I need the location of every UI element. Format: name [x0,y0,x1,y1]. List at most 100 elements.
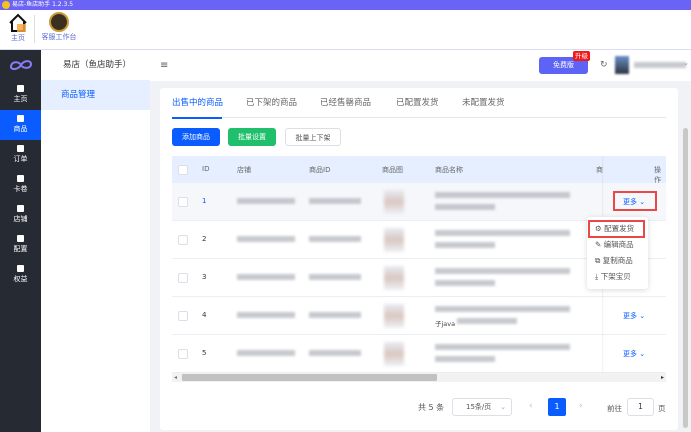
tab-sold-out[interactable]: 已经售罄商品 [320,96,371,110]
product-name-line2 [435,204,495,210]
label: 订单 [13,155,28,163]
tab-unconfigured[interactable]: 未配置发货 [462,96,505,110]
col-image: 商品图 [382,166,403,174]
page-scrollbar[interactable] [683,128,688,428]
sliders-icon [17,235,24,242]
row-checkbox[interactable] [178,272,188,283]
add-product-button[interactable]: 添加商品 [172,128,220,146]
sidebar-item-products[interactable]: 商品 [0,110,41,140]
shop-name [237,312,295,318]
upgrade-badge[interactable]: 升级 [573,51,590,61]
more-button[interactable]: 更多 ⌄ [623,349,645,359]
prev-page-button[interactable]: ‹ [529,401,533,411]
product-name-line2 [435,356,495,362]
username [634,62,686,68]
goto-page-input[interactable]: 1 [627,398,654,416]
send-icon [17,175,24,182]
title-bar: 易店-鱼店助手 1.2.3.5 [0,0,691,10]
sidebar-item-benefits[interactable]: 权益 [0,260,41,290]
header: ≡ 免费版 升级 ↻ ⌄ [150,50,691,81]
product-icon [17,115,24,122]
page-size-value: 15条/页 [466,403,492,411]
row-checkbox[interactable] [178,234,188,245]
pagination-total: 共 5 条 [418,403,445,412]
label: 配置 [13,245,28,253]
product-name-line1 [435,192,570,198]
next-page-button[interactable]: › [579,401,583,411]
highlight-configure-shipping [588,220,645,238]
product-name-visible-text: 子java [435,320,456,328]
sidebar-item-orders[interactable]: 订单 [0,140,41,170]
tab-bar: 出售中的商品 已下架的商品 已经售罄商品 已配置发货 未配置发货 [172,96,666,119]
chevron-down-icon: ⌄ [639,312,646,320]
product-image [384,342,404,366]
more-label: 更多 [623,350,637,358]
product-name-line1 [435,306,570,312]
brand-logo-icon [0,50,41,80]
menu-item-edit-product[interactable]: ✎ 编辑商品 [587,237,648,253]
refresh-icon[interactable]: ↻ [600,60,608,70]
row-checkbox[interactable] [178,196,188,207]
sub-nav: 易店（鱼店助手） 商品管理 [41,50,150,432]
goto-label: 前往 [607,404,622,413]
label: 店铺 [13,215,28,223]
product-id [309,350,361,356]
row-checkbox[interactable] [178,348,188,359]
sidebar-item-shops[interactable]: 店铺 [0,200,41,230]
sidebar: 主页 商品 订单 卡卷 店铺 配置 权益 [0,50,41,432]
scroll-left-icon[interactable]: ◂ [174,374,177,381]
product-name-line2 [435,242,495,248]
product-name-line2 [457,318,517,324]
product-id [309,198,361,204]
chevron-down-icon: ⌄ [639,350,646,358]
col-actions: 操作 [654,166,661,184]
subnav-item-product-management[interactable]: 商品管理 [41,80,150,110]
sidebar-item-cards[interactable]: 卡卷 [0,170,41,200]
label: 卡卷 [13,185,28,193]
table-header: ID 店铺 商品ID 商品图 商品名称 商 操作 [172,156,666,184]
home-label: 主页 [11,34,25,42]
row-checkbox[interactable] [178,310,188,321]
product-name-line1 [435,268,570,274]
label: 复制商品 [602,256,633,265]
product-id [309,274,361,280]
batch-settings-button[interactable]: 批量设置 [228,128,276,146]
product-image [384,304,404,328]
col-name: 商品名称 [435,166,463,174]
scrollbar-thumb[interactable] [182,374,437,381]
menu-toggle-icon[interactable]: ≡ [160,60,168,71]
active-tab-indicator [172,117,222,119]
scroll-right-icon[interactable]: ▸ [661,374,664,381]
tab-configured[interactable]: 已配置发货 [396,96,439,110]
batch-shelf-button[interactable]: 批量上下架 [285,128,341,146]
select-all-checkbox[interactable] [178,164,188,175]
workbench-tool[interactable]: 客服工作台 [38,12,80,42]
page-1-button[interactable]: 1 [548,398,566,416]
tab-off-shelf[interactable]: 已下架的商品 [246,96,297,110]
subnav-title: 易店（鱼店助手） [63,60,132,70]
workbench-label: 客服工作台 [41,33,77,41]
grid-icon [17,205,24,212]
page-size-select[interactable]: 15条/页 ⌄ [452,398,512,416]
shop-name [237,198,295,204]
label: 编辑商品 [603,240,634,249]
label: 权益 [13,275,28,283]
avatar[interactable] [615,56,629,74]
tab-on-sale[interactable]: 出售中的商品 [172,96,223,110]
horizontal-scrollbar[interactable]: ◂ ▸ [172,373,666,382]
chevron-down-icon[interactable]: ⌄ [683,59,689,67]
home-tool[interactable]: 主页 [3,12,33,43]
product-image [384,228,404,252]
shop-name [237,274,295,280]
product-id [309,236,361,242]
product-image [384,190,404,214]
sidebar-item-config[interactable]: 配置 [0,230,41,260]
more-button[interactable]: 更多 ⌄ [623,311,645,321]
menu-item-copy-product[interactable]: ⧉ 复制商品 [587,253,648,269]
col-shop: 店铺 [237,166,251,174]
table-row: 1 更多 ⌄ [172,183,666,221]
row-id: 2 [202,235,207,243]
table-row: 5 更多 ⌄ [172,335,666,373]
menu-item-delist[interactable]: ⤓ 下架宝贝 [587,269,648,285]
sidebar-item-home[interactable]: 主页 [0,80,41,110]
